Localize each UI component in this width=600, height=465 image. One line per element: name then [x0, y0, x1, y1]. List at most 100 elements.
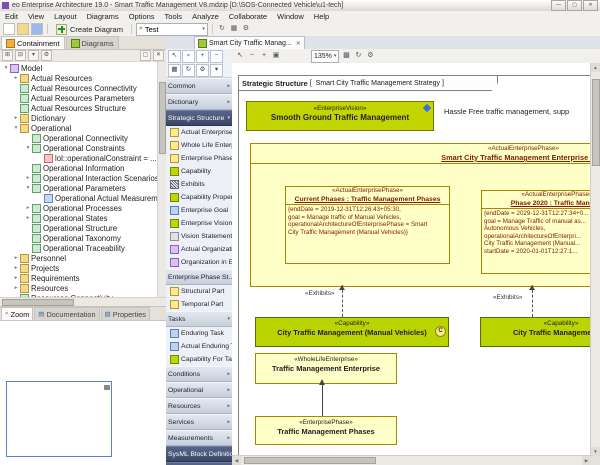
- expand-icon[interactable]: ▸: [12, 275, 20, 281]
- zoom-level-combo[interactable]: 135% ▾: [311, 50, 339, 63]
- search-input[interactable]: [145, 25, 201, 34]
- tree-settings-icon[interactable]: ⚙: [41, 50, 52, 61]
- tree-item[interactable]: ▾Operational: [0, 123, 166, 133]
- palette-section-common[interactable]: Common▸: [166, 78, 232, 94]
- zoom-out-icon[interactable]: −: [247, 51, 257, 61]
- scroll-down-icon[interactable]: ▼: [591, 447, 600, 456]
- grid-icon[interactable]: ▦: [229, 24, 239, 34]
- tree-item[interactable]: Operational Taxonomy: [0, 233, 166, 243]
- tab-zoom[interactable]: ⌕Zoom: [1, 307, 33, 320]
- collapse-icon[interactable]: ▾: [12, 125, 20, 131]
- menu-help[interactable]: Help: [309, 12, 334, 21]
- tree-item[interactable]: lol::operationalConstraint = ...: [0, 153, 166, 163]
- palette-item-organization-in-enterprise[interactable]: Organization in E...: [166, 256, 232, 269]
- tree-item[interactable]: Operational Information: [0, 163, 166, 173]
- scrollbar-thumb[interactable]: [2, 299, 74, 306]
- palette-section-sysml-block-definition[interactable]: SysML Block Definitio▸: [166, 446, 232, 462]
- tree-item[interactable]: ▸Operational Processes: [0, 203, 166, 213]
- menu-analyze[interactable]: Analyze: [187, 12, 224, 21]
- phase-structure-edge[interactable]: [322, 381, 323, 416]
- tree-item[interactable]: ▾Operational Parameters: [0, 183, 166, 193]
- palette-section-dictionary[interactable]: Dictionary▸: [166, 94, 232, 110]
- tree-vertical-scrollbar[interactable]: [157, 62, 166, 297]
- palette-section-operational[interactable]: Operational▸: [166, 382, 232, 398]
- tree-item[interactable]: ▸Requirements: [0, 273, 166, 283]
- palette-section-strategic-structure[interactable]: Strategic Structure▾: [166, 110, 232, 126]
- quick-search-box[interactable]: ⌕ ▾: [136, 23, 208, 36]
- palette-item-temporal-part[interactable]: Temporal Part: [166, 298, 232, 311]
- zoom-in-tool-icon[interactable]: +: [196, 50, 209, 63]
- palette-item-enduring-task[interactable]: Enduring Task: [166, 327, 232, 340]
- canvas-horizontal-scrollbar[interactable]: ◀ ▶: [232, 455, 591, 465]
- expand-icon[interactable]: ▸: [12, 75, 20, 81]
- undo-icon[interactable]: ↻: [217, 24, 227, 34]
- collapse-all-icon[interactable]: ⊟: [15, 50, 26, 61]
- grid-toggle-icon[interactable]: ▩: [341, 51, 351, 61]
- expand-icon[interactable]: ▸: [24, 175, 32, 181]
- scroll-left-icon[interactable]: ◀: [232, 456, 241, 465]
- menu-diagrams[interactable]: Diagrams: [82, 12, 124, 21]
- palette-item-exhibits[interactable]: Exhibits: [166, 178, 232, 191]
- scroll-up-icon[interactable]: ▲: [591, 63, 600, 72]
- whole-life-enterprise-node[interactable]: «WholeLifeEnterprise» Traffic Management…: [255, 353, 397, 384]
- scrollbar-thumb[interactable]: [244, 457, 376, 464]
- menu-layout[interactable]: Layout: [49, 12, 82, 21]
- tree-item[interactable]: Actual Resources Structure: [0, 103, 166, 113]
- palette-item-actual-enterprise-phase[interactable]: Actual Enterprise P...: [166, 126, 232, 139]
- diagram-settings-icon[interactable]: ⚙: [365, 51, 375, 61]
- tree-item[interactable]: Actual Resources Connectivity: [0, 83, 166, 93]
- tree-item[interactable]: ▸Actual Resources: [0, 73, 166, 83]
- scrollbar-thumb[interactable]: [159, 82, 166, 154]
- diagram-tab[interactable]: Smart City Traffic Manag... ✕: [194, 36, 305, 49]
- menu-edit[interactable]: Edit: [0, 12, 23, 21]
- dock-icon[interactable]: ▢: [140, 50, 151, 61]
- fit-to-window-icon[interactable]: ▣: [271, 51, 281, 61]
- tree-horizontal-scrollbar[interactable]: [0, 297, 166, 306]
- expand-icon[interactable]: ▸: [12, 115, 20, 121]
- tree-item[interactable]: ▾Operational Constraints: [0, 143, 166, 153]
- tree-item[interactable]: Operational Traceability: [0, 243, 166, 253]
- tab-documentation[interactable]: ▤Documentation: [34, 307, 99, 320]
- tab-diagrams[interactable]: Diagrams: [66, 36, 119, 49]
- tree-item[interactable]: ▸Operational States: [0, 213, 166, 223]
- enterprise-vision-node[interactable]: «EnterpriseVision» Smooth Ground Traffic…: [246, 101, 434, 131]
- caret-down-icon[interactable]: ▾: [202, 26, 205, 32]
- settings-icon[interactable]: ⚙: [241, 24, 251, 34]
- tree-item[interactable]: ▾Model: [0, 63, 166, 73]
- close-tab-icon[interactable]: ✕: [296, 40, 301, 47]
- tree-item[interactable]: Operational Actual Measurements (.slks): [0, 193, 166, 203]
- grid-tool-icon[interactable]: ▦: [168, 64, 181, 77]
- palette-item-capability[interactable]: Capability: [166, 165, 232, 178]
- tree-item[interactable]: Actual Resources Parameters: [0, 93, 166, 103]
- palette-section-measurements[interactable]: Measurements▸: [166, 430, 232, 446]
- collapse-icon[interactable]: ▾: [24, 185, 32, 191]
- tree-item[interactable]: Operational Connectivity: [0, 133, 166, 143]
- palette-item-actual-enduring-task[interactable]: Actual Enduring Task: [166, 340, 232, 353]
- tab-properties[interactable]: ▧Properties: [101, 307, 150, 320]
- save-icon[interactable]: [31, 23, 43, 35]
- filter-tool-icon[interactable]: ▾: [210, 64, 223, 77]
- expand-icon[interactable]: ▸: [12, 285, 20, 291]
- scrollbar-thumb[interactable]: [592, 79, 600, 166]
- expand-icon[interactable]: ▸: [24, 215, 32, 221]
- settings-tool-icon[interactable]: ⚙: [196, 64, 209, 77]
- scroll-right-icon[interactable]: ▶: [582, 456, 591, 465]
- menu-view[interactable]: View: [23, 12, 49, 21]
- palette-item-capability-for-task[interactable]: Capability For Task: [166, 353, 232, 366]
- zoom-viewport-rectangle[interactable]: [6, 381, 112, 457]
- palette-item-whole-life-enterprise[interactable]: Whole Life Enterpris...: [166, 139, 232, 152]
- canvas-vertical-scrollbar[interactable]: ▲ ▼: [590, 63, 600, 456]
- phase-2020-node[interactable]: «ActualEnterprisePhase» Phase 2020 : Tra…: [481, 190, 591, 274]
- tree-item[interactable]: ▸Personnel: [0, 253, 166, 263]
- close-button[interactable]: ✕: [583, 0, 598, 11]
- palette-item-vision-statement[interactable]: Vision Statement: [166, 230, 232, 243]
- palette-item-enterprise-phase[interactable]: Enterprise Phase: [166, 152, 232, 165]
- menu-options[interactable]: Options: [124, 12, 160, 21]
- palette-section-resources[interactable]: Resources▸: [166, 398, 232, 414]
- actual-enterprise-phase-container[interactable]: «ActualEnterprisePhase» Smart City Traff…: [250, 143, 591, 287]
- palette-section-services[interactable]: Services▸: [166, 414, 232, 430]
- capability-manual-vehicles-node[interactable]: «Capability» City Traffic Management (Ma…: [255, 317, 449, 347]
- tree-item[interactable]: ▸Operational Interaction Scenarios: [0, 173, 166, 183]
- menu-tools[interactable]: Tools: [160, 12, 188, 21]
- palette-section-enterprise-phase-structure[interactable]: Enterprise Phase St...▾: [166, 269, 232, 285]
